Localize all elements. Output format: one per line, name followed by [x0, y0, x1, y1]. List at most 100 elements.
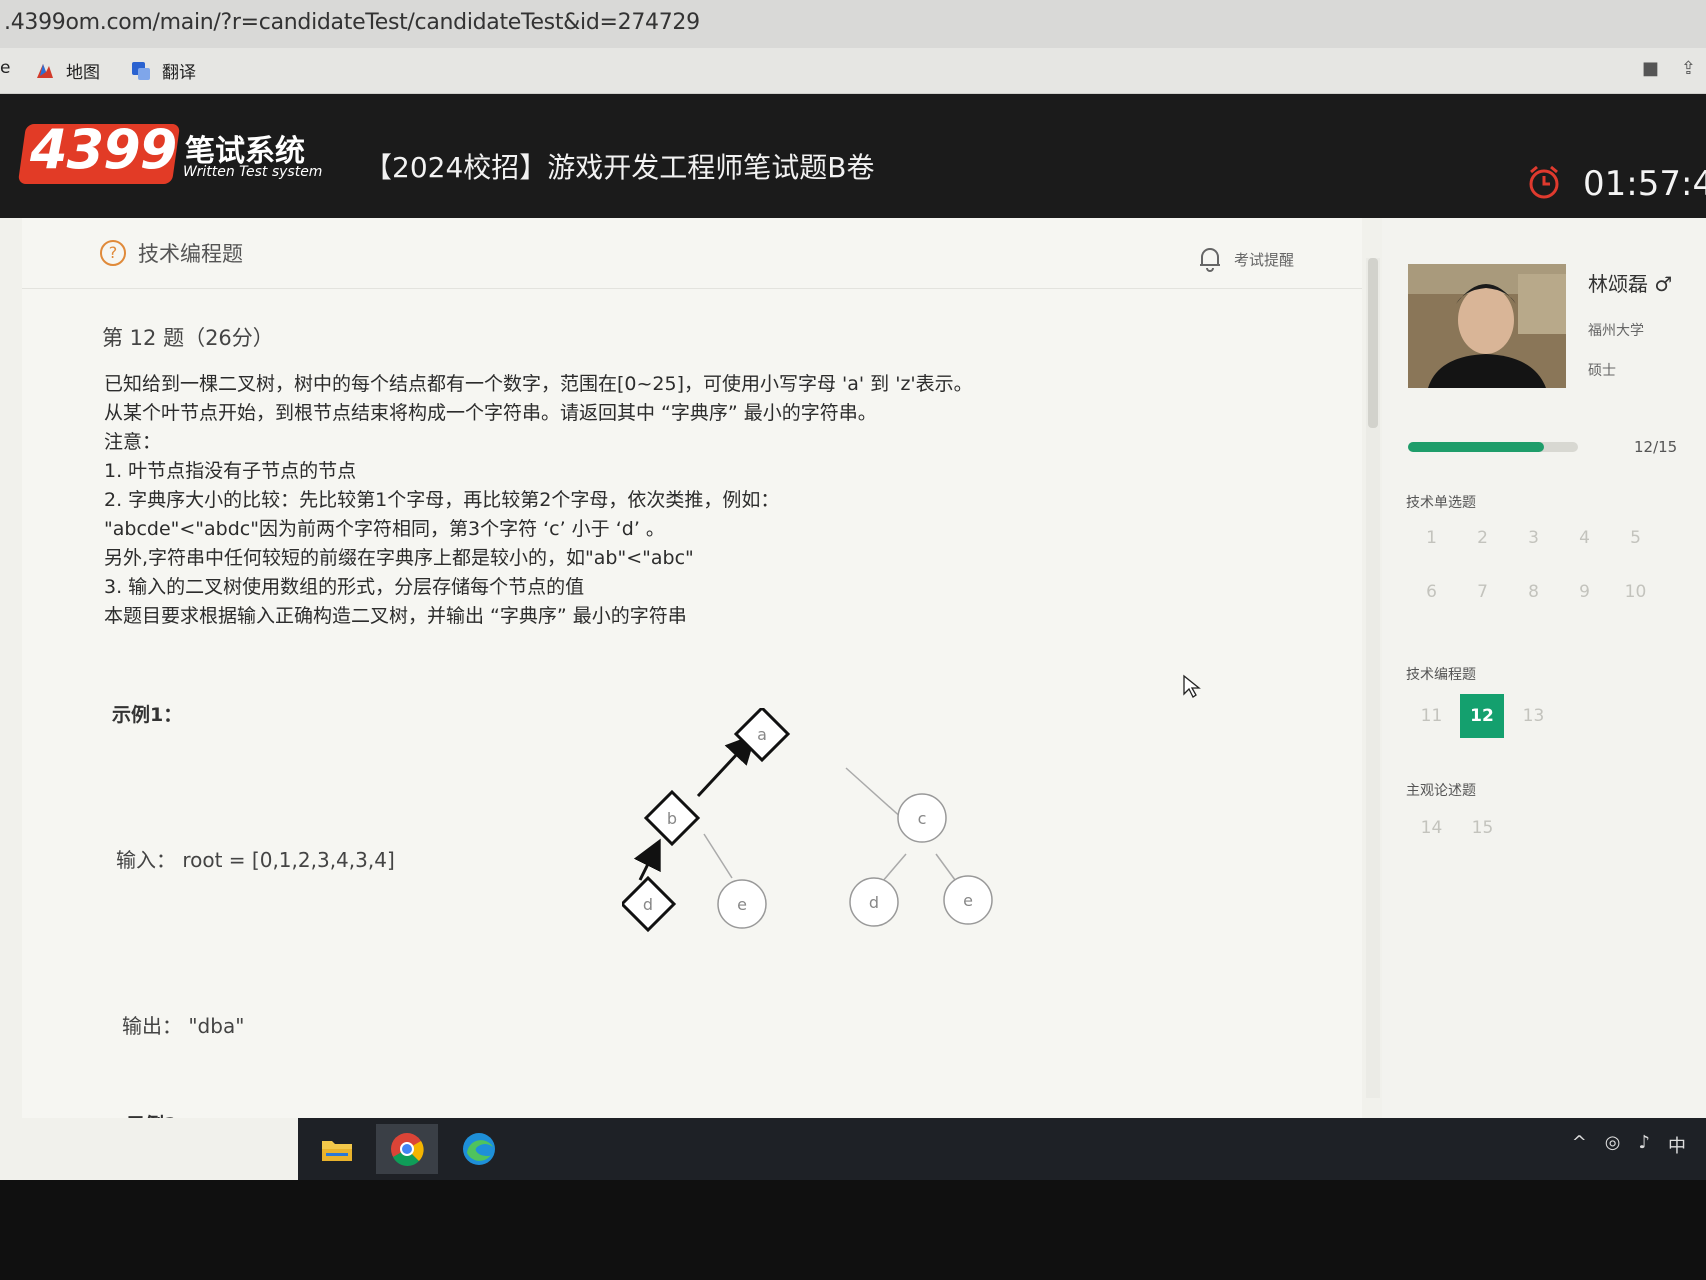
tree-node-c: c: [897, 793, 947, 843]
tree-node-b-label: b: [667, 809, 677, 828]
edge-b-e: [703, 833, 733, 879]
question-nav-programming: 11 12 13: [1406, 694, 1666, 748]
webcam-feed: [1408, 264, 1566, 388]
tree-node-e-right-label: e: [963, 891, 973, 910]
question-nav-item[interactable]: 5: [1610, 516, 1661, 570]
question-nav-item[interactable]: 3: [1508, 516, 1559, 570]
speaker-icon[interactable]: ♪: [1639, 1132, 1651, 1158]
question-nav-item[interactable]: 13: [1508, 694, 1559, 748]
tree-node-e-left-label: e: [737, 895, 747, 914]
section-header: ? 技术编程题: [100, 238, 243, 268]
question-nav-item[interactable]: 8: [1508, 570, 1559, 624]
browser-address-bar[interactable]: .4399om.com/main/?r=candidateTest/candid…: [0, 0, 1706, 48]
question-nav-item[interactable]: 1: [1406, 516, 1457, 570]
question-nav-item[interactable]: 15: [1457, 806, 1508, 860]
question-line: 2. 字典序大小的比较：先比较第1个字母，再比较第2个字母，依次类推，例如：: [104, 489, 780, 511]
question-nav-item[interactable]: 4: [1559, 516, 1610, 570]
exam-reminder-label: 考试提醒: [1234, 250, 1295, 269]
mouse-cursor-icon: [1183, 674, 1201, 698]
question-nav-essay: 14 15: [1406, 806, 1666, 860]
tree-node-e-left: e: [717, 879, 767, 929]
question-line: "abcde"<"abdc"因为前两个字符相同，第3个字符 ‘c’ 小于 ‘d’…: [104, 518, 665, 540]
edge-a-c: [845, 767, 905, 821]
question-nav-item[interactable]: 9: [1559, 570, 1610, 624]
question-line: 另外,字符串中任何较短的前缀在字典序上都是较小的，如"ab"<"abc": [104, 547, 694, 569]
tree-node-d-left-label: d: [643, 895, 653, 914]
path-arrow-b-a: [696, 733, 757, 798]
screen: .4399om.com/main/?r=candidateTest/candid…: [0, 0, 1706, 1280]
question-line: 本题目要求根据输入正确构造二叉树，并输出 “字典序” 最小的字符串: [104, 605, 687, 627]
group-title-essay: 主观论述题: [1406, 783, 1476, 799]
ime-indicator[interactable]: 中: [1668, 1132, 1686, 1158]
example1-input: 输入： root = [0,1,2,3,4,3,4]: [116, 848, 395, 872]
exam-page: ? 技术编程题 考试提醒 第 12 题（26分） 已知给到一棵二叉树，树中的每个…: [0, 218, 1706, 1136]
logo-number: 4399: [30, 118, 177, 181]
header-divider: [22, 288, 1362, 289]
question-nav-item[interactable]: 2: [1457, 516, 1508, 570]
tree-node-a-label: a: [757, 725, 767, 744]
answer-progress-fill: [1408, 442, 1544, 452]
chrome-icon: [391, 1133, 424, 1166]
camera-icon[interactable]: ■: [1642, 58, 1659, 79]
question-nav-item[interactable]: 7: [1457, 570, 1508, 624]
question-mark-icon: ?: [100, 240, 126, 266]
bookmark-partial-label: e: [0, 58, 11, 78]
group-title-programming: 技术编程题: [1406, 667, 1476, 683]
question-line: 已知给到一棵二叉树，树中的每个结点都有一个数字，范围在[0~25]，可使用小写字…: [104, 373, 973, 395]
answer-progress-bar: [1408, 442, 1578, 452]
tree-node-d-left: d: [622, 875, 677, 933]
share-icon[interactable]: ⇪: [1681, 58, 1696, 79]
chevron-up-icon[interactable]: ^: [1572, 1132, 1587, 1158]
tree-node-e-right: e: [943, 875, 993, 925]
edge-icon: [463, 1133, 495, 1165]
chrome-button[interactable]: [376, 1124, 438, 1174]
exam-reminder-button[interactable]: 考试提醒: [1198, 246, 1294, 272]
question-line: 注意：: [104, 431, 162, 453]
question-nav-item[interactable]: 6: [1406, 570, 1457, 624]
translate-icon: [132, 61, 150, 80]
candidate-name: 林颂磊 ♂: [1588, 272, 1673, 296]
app-header: 4399 笔试系统 Written Test system 【2024校招】游戏…: [0, 94, 1706, 218]
logo-subtitle: Written Test system: [183, 164, 323, 180]
section-title: 技术编程题: [138, 242, 243, 266]
system-tray: ^ ◎ ♪ 中: [1572, 1132, 1686, 1158]
question-nav-item[interactable]: 11: [1406, 694, 1457, 748]
bell-icon: [1200, 248, 1220, 272]
binary-tree-diagram: a b c d e d e: [622, 708, 993, 933]
group-title-single-choice: 技术单选题: [1406, 495, 1476, 511]
question-panel: ? 技术编程题 考试提醒 第 12 题（26分） 已知给到一棵二叉树，树中的每个…: [22, 218, 1362, 1136]
tree-node-a: a: [733, 708, 791, 763]
question-nav-single-choice: 1 2 3 4 5 6 7 8 9 10: [1406, 516, 1666, 624]
url-text[interactable]: .4399om.com/main/?r=candidateTest/candid…: [4, 10, 700, 35]
file-explorer-button[interactable]: [306, 1124, 368, 1174]
monitor-bezel: [0, 1180, 1706, 1280]
bookmark-translate-label: 翻译: [162, 63, 196, 83]
bookmark-partial[interactable]: e: [0, 58, 10, 78]
bookmark-translate[interactable]: 翻译: [130, 58, 196, 83]
bookmark-map[interactable]: 地图: [34, 58, 100, 83]
candidate-sidebar: 林颂磊 ♂ 福州大学 硕士 12/15 技术单选题 1 2 3 4 5 6 7 …: [1382, 218, 1706, 1118]
exam-title: 【2024校招】游戏开发工程师笔试题B卷: [364, 151, 875, 184]
edge-button[interactable]: [448, 1124, 510, 1174]
globe-icon[interactable]: ◎: [1605, 1132, 1621, 1158]
question-line: 从某个叶节点开始，到根节点结束将构成一个字符串。请返回其中 “字典序” 最小的字…: [104, 402, 877, 424]
alarm-clock-icon: [1529, 165, 1559, 199]
taskbar-blank: [0, 1118, 298, 1180]
candidate-photo: [1408, 264, 1566, 388]
question-number: 第 12 题（26分）: [102, 326, 274, 350]
tree-node-d-right: d: [849, 877, 899, 927]
candidate-school: 福州大学: [1588, 323, 1644, 339]
example1-label: 示例1：: [112, 704, 183, 726]
bookmark-map-label: 地图: [66, 63, 100, 83]
question-text: 已知给到一棵二叉树，树中的每个结点都有一个数字，范围在[0~25]，可使用小写字…: [104, 370, 973, 631]
question-nav-item-current[interactable]: 12: [1460, 694, 1504, 738]
example1-output: 输出： "dba": [122, 1014, 245, 1038]
tree-node-d-right-label: d: [869, 893, 879, 912]
question-nav-item[interactable]: 14: [1406, 806, 1457, 860]
question-nav-item[interactable]: 10: [1610, 570, 1661, 624]
bookmarks-bar: e 地图 翻译 ■ ⇪: [0, 48, 1706, 94]
content-scrollbar[interactable]: [1366, 258, 1380, 1098]
tree-node-c-label: c: [918, 809, 927, 828]
question-line: 3. 输入的二叉树使用数组的形式，分层存储每个节点的值: [104, 576, 585, 598]
scrollbar-thumb[interactable]: [1368, 258, 1378, 428]
